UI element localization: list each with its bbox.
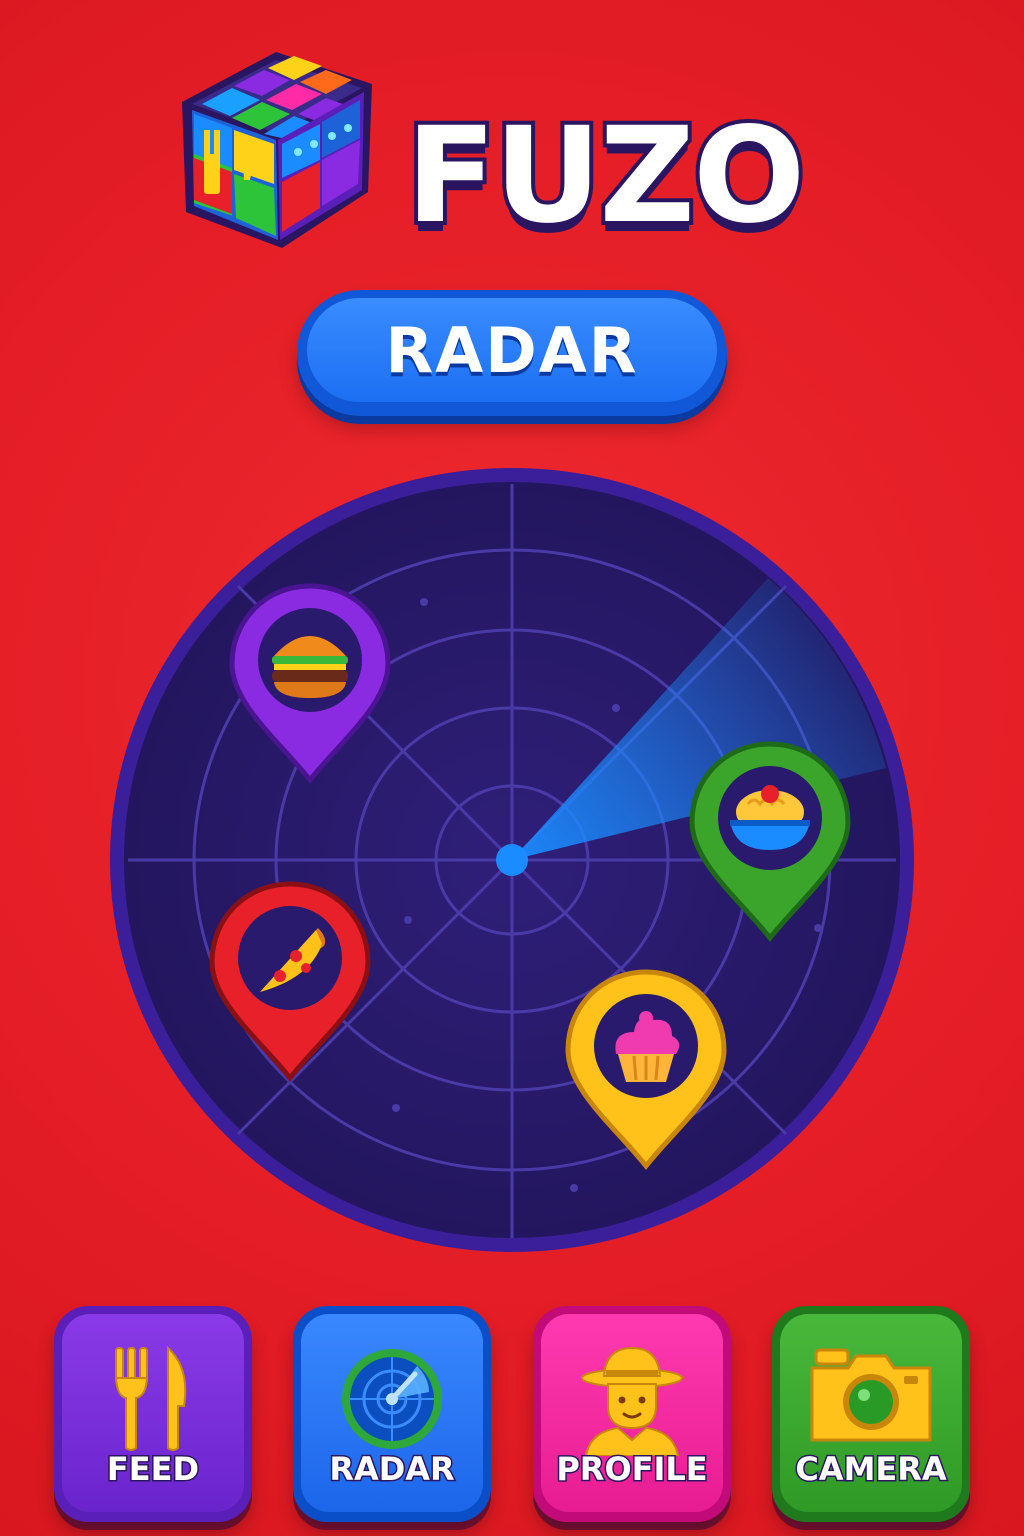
nav-camera-button-face: CAMERA [780,1314,962,1512]
mode-title-pill-inner: RADAR [307,298,717,402]
app-title: FUZO [402,99,809,253]
mode-title-pill: RADAR [297,290,727,416]
cube-logo-icon [182,52,372,248]
nav-feed-label: FEED [105,1449,200,1490]
nav-feed-button-face: FEED [62,1314,244,1512]
app-screen: FUZO RADAR FEED RADAR PROFILE CAMERA [0,0,1024,1536]
nav-profile-label: PROFILE [555,1449,709,1490]
nav-radar-button-face: RADAR [301,1314,483,1512]
bottom-navigation: FEED RADAR PROFILE CAMERA [0,1306,1024,1528]
nav-camera-button[interactable]: CAMERA [772,1306,970,1522]
camera-icon [810,1348,932,1442]
mode-title-label: RADAR [385,313,639,387]
radar-icon [342,1349,442,1449]
explorer-avatar-icon [581,1346,683,1456]
nav-radar-label: RADAR [328,1449,456,1490]
nav-profile-button-face: PROFILE [541,1314,723,1512]
nav-feed-button[interactable]: FEED [54,1306,252,1522]
radar-center-dot [496,844,528,876]
nav-profile-button[interactable]: PROFILE [533,1306,731,1522]
radar-display[interactable] [108,468,916,1258]
nav-radar-button[interactable]: RADAR [293,1306,491,1522]
app-header: FUZO [0,40,1024,250]
nav-camera-label: CAMERA [794,1449,948,1490]
fork-knife-icon [114,1345,187,1451]
